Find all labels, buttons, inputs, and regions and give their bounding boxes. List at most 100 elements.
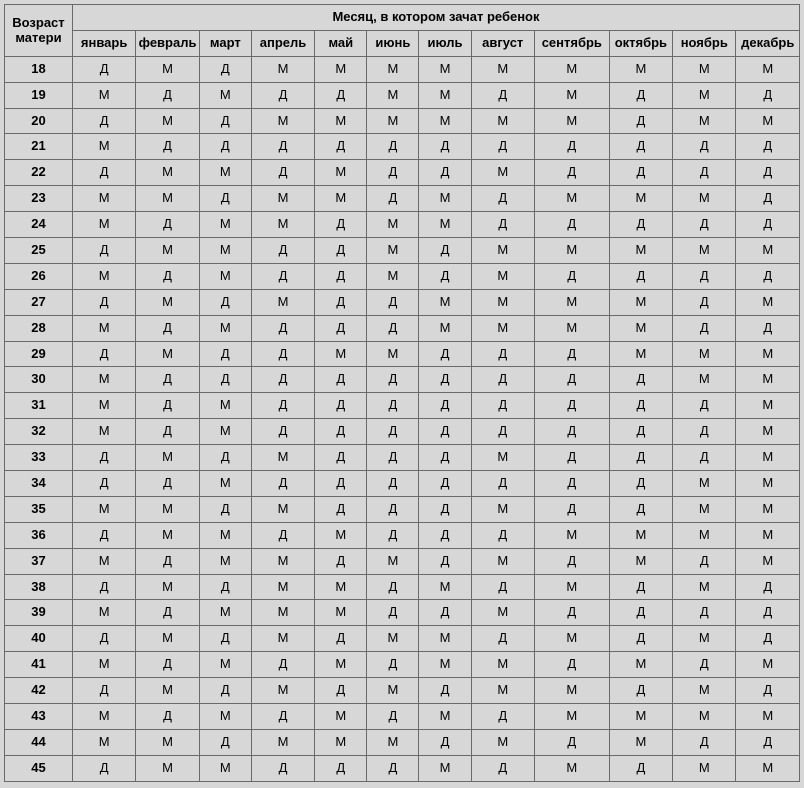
- value-cell: М: [367, 82, 419, 108]
- month-header: август: [471, 30, 534, 56]
- value-cell: М: [251, 186, 314, 212]
- value-cell: Д: [419, 160, 471, 186]
- table-row: 32МДМДДДДДДДДМ: [5, 419, 800, 445]
- value-cell: Д: [72, 626, 135, 652]
- value-cell: Д: [736, 160, 800, 186]
- value-cell: Д: [419, 341, 471, 367]
- value-cell: М: [471, 548, 534, 574]
- value-cell: Д: [534, 212, 609, 238]
- value-cell: Д: [367, 367, 419, 393]
- value-cell: Д: [367, 186, 419, 212]
- value-cell: М: [736, 367, 800, 393]
- age-cell: 34: [5, 471, 73, 497]
- value-cell: М: [136, 186, 199, 212]
- table-row: 26МДМДДМДМДДДД: [5, 263, 800, 289]
- value-cell: Д: [72, 678, 135, 704]
- value-cell: М: [367, 341, 419, 367]
- value-cell: М: [199, 160, 251, 186]
- value-cell: М: [609, 56, 672, 82]
- value-cell: М: [419, 212, 471, 238]
- value-cell: М: [673, 626, 736, 652]
- age-cell: 22: [5, 160, 73, 186]
- value-cell: Д: [609, 445, 672, 471]
- age-cell: 37: [5, 548, 73, 574]
- value-cell: Д: [367, 755, 419, 781]
- value-cell: М: [471, 263, 534, 289]
- value-cell: Д: [367, 600, 419, 626]
- value-cell: М: [72, 263, 135, 289]
- value-cell: Д: [609, 212, 672, 238]
- value-cell: М: [72, 367, 135, 393]
- value-cell: Д: [471, 212, 534, 238]
- value-cell: М: [673, 108, 736, 134]
- value-cell: М: [609, 289, 672, 315]
- value-cell: Д: [72, 341, 135, 367]
- age-cell: 28: [5, 315, 73, 341]
- value-cell: М: [609, 652, 672, 678]
- value-cell: М: [367, 626, 419, 652]
- value-cell: М: [736, 471, 800, 497]
- age-header: Возраст матери: [5, 5, 73, 57]
- value-cell: Д: [251, 341, 314, 367]
- value-cell: М: [419, 315, 471, 341]
- value-cell: Д: [534, 367, 609, 393]
- value-cell: Д: [251, 160, 314, 186]
- value-cell: Д: [736, 82, 800, 108]
- value-cell: М: [136, 755, 199, 781]
- value-cell: М: [419, 56, 471, 82]
- value-cell: Д: [609, 263, 672, 289]
- month-header: октябрь: [609, 30, 672, 56]
- value-cell: М: [199, 212, 251, 238]
- value-cell: Д: [199, 108, 251, 134]
- table-body: 18ДМДМММММММММ19МДМДДММДМДМД20ДМДММММММД…: [5, 56, 800, 781]
- value-cell: М: [534, 82, 609, 108]
- value-cell: Д: [199, 445, 251, 471]
- value-cell: Д: [736, 212, 800, 238]
- value-cell: Д: [534, 496, 609, 522]
- months-main-header: Месяц, в котором зачат ребенок: [72, 5, 799, 31]
- month-header: май: [315, 30, 367, 56]
- value-cell: Д: [419, 134, 471, 160]
- value-cell: Д: [673, 652, 736, 678]
- value-cell: М: [367, 678, 419, 704]
- value-cell: М: [534, 289, 609, 315]
- table-row: 36ДММДМДДДММММ: [5, 522, 800, 548]
- value-cell: М: [315, 729, 367, 755]
- value-cell: М: [136, 729, 199, 755]
- value-cell: Д: [136, 393, 199, 419]
- value-cell: М: [367, 212, 419, 238]
- value-cell: М: [72, 186, 135, 212]
- value-cell: Д: [534, 652, 609, 678]
- value-cell: Д: [609, 600, 672, 626]
- value-cell: М: [534, 315, 609, 341]
- age-cell: 45: [5, 755, 73, 781]
- value-cell: М: [609, 315, 672, 341]
- value-cell: Д: [136, 134, 199, 160]
- value-cell: М: [72, 600, 135, 626]
- value-cell: М: [199, 263, 251, 289]
- value-cell: М: [736, 108, 800, 134]
- age-cell: 36: [5, 522, 73, 548]
- value-cell: Д: [736, 574, 800, 600]
- month-header: июнь: [367, 30, 419, 56]
- value-cell: Д: [673, 212, 736, 238]
- table-row: 35ММДМДДДМДДММ: [5, 496, 800, 522]
- value-cell: Д: [72, 238, 135, 264]
- value-cell: Д: [609, 160, 672, 186]
- value-cell: Д: [471, 574, 534, 600]
- value-cell: М: [199, 315, 251, 341]
- value-cell: Д: [471, 82, 534, 108]
- value-cell: Д: [736, 600, 800, 626]
- value-cell: Д: [609, 108, 672, 134]
- value-cell: М: [136, 56, 199, 82]
- table-row: 24МДММДММДДДДД: [5, 212, 800, 238]
- value-cell: М: [673, 678, 736, 704]
- value-cell: М: [367, 56, 419, 82]
- value-cell: Д: [673, 263, 736, 289]
- value-cell: Д: [251, 652, 314, 678]
- value-cell: Д: [419, 445, 471, 471]
- value-cell: Д: [419, 367, 471, 393]
- table-row: 31МДМДДДДДДДДМ: [5, 393, 800, 419]
- value-cell: М: [471, 108, 534, 134]
- value-cell: Д: [471, 341, 534, 367]
